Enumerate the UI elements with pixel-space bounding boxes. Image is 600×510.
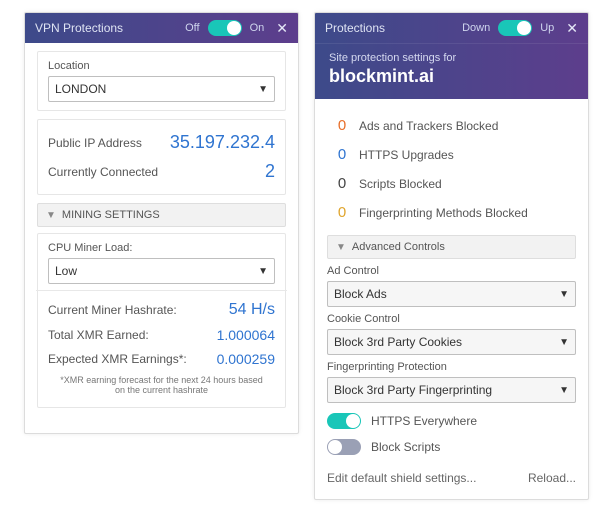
chevron-down-icon: ▼ (559, 289, 569, 300)
chevron-down-icon: ▼ (559, 385, 569, 396)
mining-block: CPU Miner Load: Low ▼ Current Miner Hash… (37, 233, 286, 408)
site-sub-label: Site protection settings for (329, 52, 574, 64)
protections-panel: Protections Down Up ✕ Site protection se… (314, 12, 589, 500)
cookie-control-label: Cookie Control (327, 313, 576, 325)
block-scripts-label: Block Scripts (371, 440, 440, 454)
protection-label: Scripts Blocked (359, 177, 442, 191)
mining-section-header[interactable]: ▼ MINING SETTINGS (37, 203, 286, 227)
close-icon[interactable]: ✕ (566, 21, 578, 35)
protection-item: 0 Scripts Blocked (329, 169, 574, 198)
cpu-load-value: Low (55, 264, 77, 278)
chevron-down-icon: ▼ (46, 210, 56, 221)
ad-control-select[interactable]: Block Ads ▼ (327, 281, 576, 307)
fingerprint-label: Fingerprinting Protection (327, 361, 576, 373)
protection-counts: 0 Ads and Trackers Blocked 0 HTTPS Upgrades… (327, 107, 576, 235)
protections-toggle[interactable] (498, 20, 532, 36)
protection-count: 0 (333, 117, 351, 134)
fingerprint-value: Block 3rd Party Fingerprinting (334, 383, 492, 397)
xmr-footnote: *XMR earning forecast for the next 24 ho… (48, 371, 275, 399)
protection-label: HTTPS Upgrades (359, 148, 454, 162)
close-icon[interactable]: ✕ (276, 21, 288, 35)
total-xmr-label: Total XMR Earned: (48, 328, 149, 342)
cookie-control-select[interactable]: Block 3rd Party Cookies ▼ (327, 329, 576, 355)
cpu-load-select[interactable]: Low ▼ (48, 258, 275, 284)
protection-item: 0 Ads and Trackers Blocked (329, 111, 574, 140)
connected-label: Currently Connected (48, 165, 158, 179)
chevron-down-icon: ▼ (336, 242, 346, 253)
toggle-on-label: On (250, 22, 265, 34)
fingerprint-select[interactable]: Block 3rd Party Fingerprinting ▼ (327, 377, 576, 403)
https-everywhere-toggle[interactable] (327, 413, 361, 429)
protections-title: Protections (325, 21, 385, 35)
vpn-title: VPN Protections (35, 21, 123, 35)
total-xmr-value: 1.000064 (217, 327, 275, 343)
divider (36, 290, 287, 291)
protection-count: 0 (333, 146, 351, 163)
chevron-down-icon: ▼ (258, 84, 268, 95)
location-block: Location LONDON ▼ (37, 51, 286, 111)
ip-label: Public IP Address (48, 136, 142, 150)
cookie-control-value: Block 3rd Party Cookies (334, 335, 462, 349)
location-select[interactable]: LONDON ▼ (48, 76, 275, 102)
ad-control-label: Ad Control (327, 265, 576, 277)
expected-xmr-value: 0.000259 (217, 351, 275, 367)
ip-value: 35.197.232.4 (170, 132, 275, 153)
site-subheader: Site protection settings for blockmint.a… (315, 43, 588, 99)
protection-count: 0 (333, 175, 351, 192)
connected-value: 2 (265, 161, 275, 182)
https-everywhere-label: HTTPS Everywhere (371, 414, 477, 428)
site-domain: blockmint.ai (329, 66, 574, 87)
location-label: Location (48, 60, 275, 72)
advanced-header-label: Advanced Controls (352, 241, 445, 253)
protection-item: 0 Fingerprinting Methods Blocked (329, 198, 574, 227)
block-scripts-toggle[interactable] (327, 439, 361, 455)
network-block: Public IP Address 35.197.232.4 Currently… (37, 119, 286, 195)
chevron-down-icon: ▼ (559, 337, 569, 348)
hashrate-value: 54 H/s (229, 301, 275, 319)
mining-header-label: MINING SETTINGS (62, 209, 160, 221)
vpn-toggle[interactable] (208, 20, 242, 36)
protection-label: Ads and Trackers Blocked (359, 119, 498, 133)
toggle-off-label: Off (185, 22, 199, 34)
advanced-section-header[interactable]: ▼ Advanced Controls (327, 235, 576, 259)
protections-header: Protections Down Up ✕ (315, 13, 588, 43)
edit-defaults-link[interactable]: Edit default shield settings... (327, 471, 476, 485)
toggle-down-label: Down (462, 22, 490, 34)
location-value: LONDON (55, 82, 106, 96)
vpn-header: VPN Protections Off On ✕ (25, 13, 298, 43)
reload-link[interactable]: Reload... (528, 471, 576, 485)
expected-xmr-label: Expected XMR Earnings*: (48, 352, 187, 366)
protection-item: 0 HTTPS Upgrades (329, 140, 574, 169)
cpu-load-label: CPU Miner Load: (48, 242, 275, 254)
vpn-panel: VPN Protections Off On ✕ Location LONDON… (24, 12, 299, 434)
chevron-down-icon: ▼ (258, 266, 268, 277)
ad-control-value: Block Ads (334, 287, 387, 301)
toggle-up-label: Up (540, 22, 554, 34)
protection-label: Fingerprinting Methods Blocked (359, 206, 528, 220)
hashrate-label: Current Miner Hashrate: (48, 303, 177, 317)
advanced-controls: Ad Control Block Ads ▼ Cookie Control Bl… (327, 265, 576, 455)
protection-count: 0 (333, 204, 351, 221)
panel-footer: Edit default shield settings... Reload..… (315, 463, 588, 493)
